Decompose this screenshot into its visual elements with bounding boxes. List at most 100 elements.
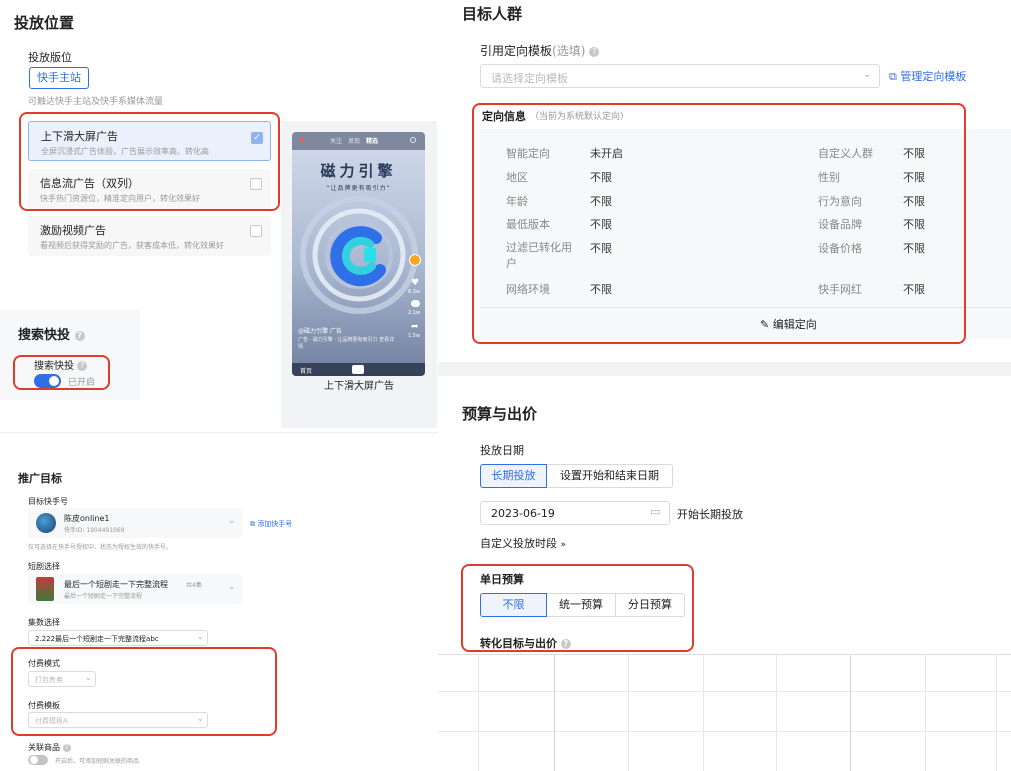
start-date-value: 2023-06-19 — [491, 507, 555, 520]
external-link-icon: ⧉ — [250, 520, 255, 528]
preview-bottombar: 首页 — [292, 363, 425, 376]
comment-icon — [411, 300, 420, 307]
grid-line — [554, 655, 555, 771]
search-boost-title: 搜索快投 ? — [18, 324, 85, 343]
preview-caption-desc: 广告 · 磁力引擎 · 让品牌更有吸引力 查看详情 — [298, 337, 395, 350]
preview-label: 上下滑大屏广告 — [324, 381, 394, 392]
grid-line — [850, 655, 851, 771]
grid-line — [628, 655, 629, 771]
help-icon[interactable]: ? — [62, 744, 71, 752]
ad-option-title: 激励视频广告 — [40, 224, 106, 237]
highlight-box — [11, 647, 277, 736]
camera-icon — [352, 365, 364, 374]
date-label: 投放日期 — [480, 444, 524, 457]
account-hint: 仅可选择在快手号授权中、状态为授权生效的快手号。 — [28, 544, 173, 551]
preview-headline: 磁力引擎 — [320, 162, 397, 180]
like-count: 8.3w — [408, 289, 421, 295]
like-icon: ♥ — [411, 278, 420, 288]
preview-caption: @磁力引擎 广告 — [298, 328, 342, 335]
account-select[interactable]: 陈皮online1 快手ID: 1904491069 ⌄ — [28, 508, 242, 538]
section-gap — [438, 362, 1011, 376]
search-icon — [410, 137, 416, 143]
ad-option-reward[interactable]: 激励视频广告 看视频后获得奖励的广告，获客成本低，转化效果好 — [28, 216, 271, 256]
drama-select[interactable]: 最后一个短剧走一下完整流程 共4集 最后一个短剧走一下完整流程 ⌄ — [28, 574, 242, 604]
drama-label: 短剧选择 — [28, 562, 60, 571]
account-label: 目标快手号 — [28, 497, 68, 506]
preview-tab: 发现 — [348, 138, 361, 145]
preview-slogan: “让品牌更有吸引力” — [326, 185, 391, 192]
help-icon[interactable]: ? — [589, 47, 600, 57]
custom-period-link[interactable]: 自定义投放时段 » — [480, 535, 566, 551]
drama-cover-thumbnail — [36, 577, 54, 601]
ad-option-desc: 看视频后获得奖励的广告，获客成本低，转化效果好 — [40, 241, 224, 250]
live-dot-icon — [300, 138, 304, 142]
preview-panel: 关注 发现 精选 磁力引擎 “让品牌更有吸引力” ♥ 8.3w 2.1w ➦ 1… — [281, 121, 437, 428]
linked-hint: 开启后，可添加短剧关联的商品 — [55, 758, 140, 765]
site-hint: 可触达快手主站及快手系媒体流量 — [28, 97, 164, 107]
calendar-icon: ▭ — [650, 505, 661, 518]
chevron-down-icon: ⌄ — [863, 69, 872, 80]
highlight-box — [472, 103, 966, 344]
episode-value: 2.222最后一个短剧走一下完整流程abc — [35, 635, 159, 643]
preview-tab: 精选 — [366, 138, 379, 145]
toggle-knob — [30, 756, 38, 764]
slot-label: 投放版位 — [28, 51, 72, 64]
drama-count: 共4集 — [186, 582, 202, 589]
episode-select[interactable]: 2.222最后一个短剧走一下完整流程abc ⌄ — [28, 630, 208, 646]
help-icon[interactable]: ? — [74, 331, 85, 341]
search-boost-title-text: 搜索快投 — [18, 328, 71, 343]
grid-line — [925, 655, 926, 771]
grid-line — [776, 655, 777, 771]
manage-template-link[interactable]: ⧉ 管理定向模板 — [889, 68, 966, 84]
chevron-down-icon: ⌄ — [197, 632, 204, 641]
placement-title: 投放位置 — [14, 14, 75, 32]
account-avatar — [36, 513, 56, 533]
template-select[interactable]: 请选择定向模板 ⌄ — [480, 64, 880, 88]
external-link-icon: ⧉ — [889, 70, 897, 83]
linked-toggle[interactable] — [28, 755, 48, 765]
add-account-text: 添加快手号 — [257, 520, 293, 528]
budget-title: 预算与出价 — [462, 405, 538, 423]
highlight-box — [19, 112, 280, 211]
share-count: 1.5w — [408, 333, 421, 339]
comment-count: 2.1w — [408, 310, 421, 316]
grid-canvas — [438, 654, 1011, 771]
account-id: 快手ID: 1904491069 — [64, 527, 125, 534]
tab-date-range[interactable]: 设置开始和结束日期 — [547, 464, 673, 488]
grid-line — [703, 655, 704, 771]
audience-title: 目标人群 — [462, 5, 523, 23]
preview-topbar: 关注 发现 精选 — [292, 132, 425, 150]
preview-home-label: 首页 — [300, 368, 313, 375]
custom-period-text: 自定义投放时段 — [480, 537, 557, 550]
episode-label: 集数选择 — [28, 618, 60, 627]
start-date-input[interactable]: 2023-06-19 ▭ — [480, 501, 670, 525]
chevron-down-icon: ⌄ — [228, 516, 236, 526]
site-button[interactable]: 快手主站 — [29, 67, 89, 89]
template-label-text: 引用定向模板 — [480, 44, 553, 58]
template-placeholder: 请选择定向模板 — [491, 72, 568, 85]
promotion-title: 推广目标 — [18, 472, 62, 485]
manage-template-text: 管理定向模板 — [900, 70, 967, 83]
linked-label: 关联商品 ? — [28, 742, 71, 753]
drama-sub: 最后一个短剧走一下完整流程 — [64, 593, 143, 600]
grid-line — [996, 655, 997, 771]
ad-option-checkbox[interactable] — [250, 225, 262, 237]
grid-line — [478, 655, 479, 771]
account-name: 陈皮online1 — [64, 514, 110, 523]
linked-label-text: 关联商品 — [28, 743, 60, 752]
long-term-text: 开始长期投放 — [677, 508, 743, 521]
brand-swirl-graphic — [300, 196, 418, 314]
highlight-box — [13, 355, 110, 390]
preview-tab: 关注 — [330, 138, 343, 145]
chevron-double-down-icon: » — [560, 540, 567, 550]
tab-long-term[interactable]: 长期投放 — [480, 464, 547, 488]
phone-preview-image: 关注 发现 精选 磁力引擎 “让品牌更有吸引力” ♥ 8.3w 2.1w ➦ 1… — [292, 132, 425, 376]
template-label: 引用定向模板(选填) ? — [480, 42, 600, 59]
share-icon: ➦ — [411, 322, 419, 332]
add-account-link[interactable]: ⧉ 添加快手号 — [250, 519, 292, 529]
highlight-box — [461, 564, 694, 652]
chevron-down-icon: ⌄ — [228, 582, 236, 592]
drama-name: 最后一个短剧走一下完整流程 — [64, 580, 168, 589]
template-optional: (选填) — [552, 44, 586, 58]
author-avatar — [409, 254, 421, 266]
